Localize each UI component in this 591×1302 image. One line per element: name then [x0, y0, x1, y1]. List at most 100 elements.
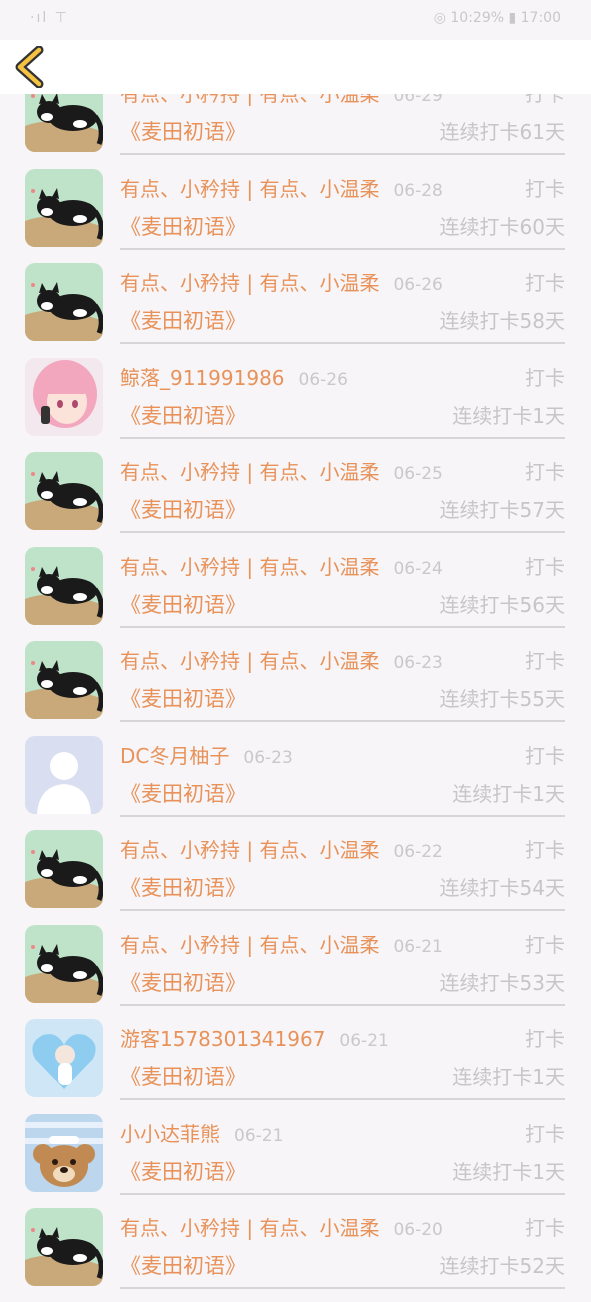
streak-count: 连续打卡1天	[452, 1065, 565, 1089]
checkin-label: 打卡	[525, 1122, 565, 1146]
signal-icon: ·ıl ⊤	[30, 10, 69, 26]
list-item[interactable]: DC冬月柚子 06-23 打卡《麦田初语》 连续打卡1天	[0, 736, 591, 830]
book-title[interactable]: 《麦田初语》	[120, 683, 246, 713]
divider	[120, 342, 565, 344]
avatar[interactable]	[25, 547, 103, 625]
list-item[interactable]: 有点、小矜持 | 有点、小温柔 06-22 打卡《麦田初语》 连续打卡54天	[0, 830, 591, 924]
list-item[interactable]: 有点、小矜持 | 有点、小温柔 06-21 打卡《麦田初语》 连续打卡53天	[0, 925, 591, 1019]
divider	[120, 1098, 565, 1100]
avatar[interactable]	[25, 925, 103, 1003]
checkin-label: 打卡	[525, 177, 565, 201]
list-item[interactable]: 有点、小矜持 | 有点、小温柔 06-23 打卡 《麦田初语》 连续打卡55天	[0, 641, 591, 735]
list-item[interactable]: 有点、小矜持 | 有点、小温柔 06-20 打卡《麦田初语》 连续打卡52天	[0, 1208, 591, 1302]
divider	[120, 1287, 565, 1289]
user-name[interactable]: 有点、小矜持 | 有点、小温柔 06-25	[120, 456, 443, 485]
user-name[interactable]: 有点、小矜持 | 有点、小温柔 06-26	[120, 267, 443, 296]
checkin-label: 打卡	[525, 838, 565, 862]
divider	[120, 1193, 565, 1195]
user-name[interactable]: 有点、小矜持 | 有点、小温柔 06-28	[120, 173, 443, 202]
book-title[interactable]: 《麦田初语》	[120, 1061, 246, 1091]
streak-count: 连续打卡1天	[452, 1160, 565, 1184]
streak-count: 连续打卡53天	[439, 971, 565, 995]
user-name[interactable]: DC冬月柚子 06-23	[120, 740, 293, 769]
streak-count: 连续打卡60天	[439, 215, 565, 239]
list-item[interactable]: 鲸落_911991986 06-26 打卡 《麦田初语》 连续打卡1天	[0, 358, 591, 452]
avatar[interactable]	[25, 1019, 103, 1097]
book-title[interactable]: 《麦田初语》	[120, 400, 246, 430]
avatar[interactable]	[25, 830, 103, 908]
user-name-label: 有点、小矜持 | 有点、小温柔	[120, 460, 380, 484]
streak-count: 连续打卡1天	[452, 782, 565, 806]
streak-count: 连续打卡57天	[439, 498, 565, 522]
avatar[interactable]	[25, 1114, 103, 1192]
user-name-label: 有点、小矜持 | 有点、小温柔	[120, 1216, 380, 1240]
user-name-label: 鲸落_911991986	[120, 366, 285, 390]
book-title[interactable]: 《麦田初语》	[120, 778, 246, 808]
checkin-date: 06-22	[393, 842, 443, 862]
checkin-label: 打卡	[525, 744, 565, 768]
user-name[interactable]: 游客1578301341967 06-21	[120, 1023, 389, 1052]
checkin-label: 打卡	[525, 460, 565, 484]
checkin-date: 06-26	[393, 275, 443, 295]
user-name-label: 有点、小矜持 | 有点、小温柔	[120, 838, 380, 862]
checkin-date: 06-25	[393, 464, 443, 484]
streak-count: 连续打卡1天	[452, 404, 565, 428]
divider	[120, 815, 565, 817]
user-name[interactable]: 有点、小矜持 | 有点、小温柔 06-22	[120, 834, 443, 863]
divider	[120, 248, 565, 250]
divider	[120, 1004, 565, 1006]
list-item[interactable]: 有点、小矜持 | 有点、小温柔 06-28 打卡《麦田初语》 连续打卡60天	[0, 169, 591, 263]
divider	[120, 437, 565, 439]
user-name[interactable]: 鲸落_911991986 06-26	[120, 362, 348, 391]
avatar[interactable]	[25, 358, 103, 436]
user-name[interactable]: 有点、小矜持 | 有点、小温柔 06-24	[120, 551, 443, 580]
list-item[interactable]: 游客1578301341967 06-21 打卡 《麦田初语》 连续打卡1天	[0, 1019, 591, 1113]
user-name[interactable]: 有点、小矜持 | 有点、小温柔 06-23	[120, 645, 443, 674]
list-item[interactable]: 小小达菲熊 06-21 打卡《麦田初语》 连续打卡1天	[0, 1114, 591, 1208]
user-name[interactable]: 有点、小矜持 | 有点、小温柔 06-20	[120, 1212, 443, 1241]
streak-count: 连续打卡54天	[439, 876, 565, 900]
checkin-label: 打卡	[525, 1216, 565, 1240]
user-name-label: 有点、小矜持 | 有点、小温柔	[120, 555, 380, 579]
back-button[interactable]	[12, 45, 52, 89]
book-title[interactable]: 《麦田初语》	[120, 967, 246, 997]
user-name[interactable]: 小小达菲熊 06-21	[120, 1118, 283, 1147]
list-item[interactable]: 有点、小矜持 | 有点、小温柔 06-26 打卡《麦田初语》 连续打卡58天	[0, 263, 591, 357]
checkin-date: 06-21	[234, 1126, 284, 1146]
streak-count: 连续打卡58天	[439, 309, 565, 333]
user-name[interactable]: 有点、小矜持 | 有点、小温柔 06-21	[120, 929, 443, 958]
book-title[interactable]: 《麦田初语》	[120, 494, 246, 524]
avatar[interactable]	[25, 736, 103, 814]
user-name-label: 有点、小矜持 | 有点、小温柔	[120, 177, 380, 201]
book-title[interactable]: 《麦田初语》	[120, 211, 246, 241]
avatar[interactable]	[25, 263, 103, 341]
book-title[interactable]: 《麦田初语》	[120, 872, 246, 902]
avatar[interactable]	[25, 452, 103, 530]
avatar[interactable]	[25, 169, 103, 247]
avatar[interactable]	[25, 641, 103, 719]
book-title[interactable]: 《麦田初语》	[120, 305, 246, 335]
book-title[interactable]: 《麦田初语》	[120, 116, 246, 146]
checkin-date: 06-28	[393, 181, 443, 201]
user-name-label: 有点、小矜持 | 有点、小温柔	[120, 649, 380, 673]
checkin-date: 06-21	[393, 937, 443, 957]
streak-count: 连续打卡56天	[439, 593, 565, 617]
checkin-date: 06-26	[298, 370, 348, 390]
user-name-label: 游客1578301341967	[120, 1027, 326, 1051]
book-title[interactable]: 《麦田初语》	[120, 1156, 246, 1186]
user-name-label: 有点、小矜持 | 有点、小温柔	[120, 271, 380, 295]
status-right: ◎ 10:29% ▮ 17:00	[433, 10, 561, 26]
checkin-label: 打卡	[525, 271, 565, 295]
checkin-date: 06-24	[393, 559, 443, 579]
streak-count: 连续打卡52天	[439, 1254, 565, 1278]
book-title[interactable]: 《麦田初语》	[120, 1250, 246, 1280]
checkin-date: 06-20	[393, 1220, 443, 1240]
list-item[interactable]: 有点、小矜持 | 有点、小温柔 06-24 打卡 《麦田初语》 连续打卡56天	[0, 547, 591, 641]
book-title[interactable]: 《麦田初语》	[120, 589, 246, 619]
divider	[120, 720, 565, 722]
list-item[interactable]: 有点、小矜持 | 有点、小温柔 06-25 打卡《麦田初语》 连续打卡57天	[0, 452, 591, 546]
chevron-left-icon	[15, 45, 44, 89]
nav-bar	[0, 40, 591, 94]
checkin-label: 打卡	[525, 933, 565, 957]
avatar[interactable]	[25, 1208, 103, 1286]
